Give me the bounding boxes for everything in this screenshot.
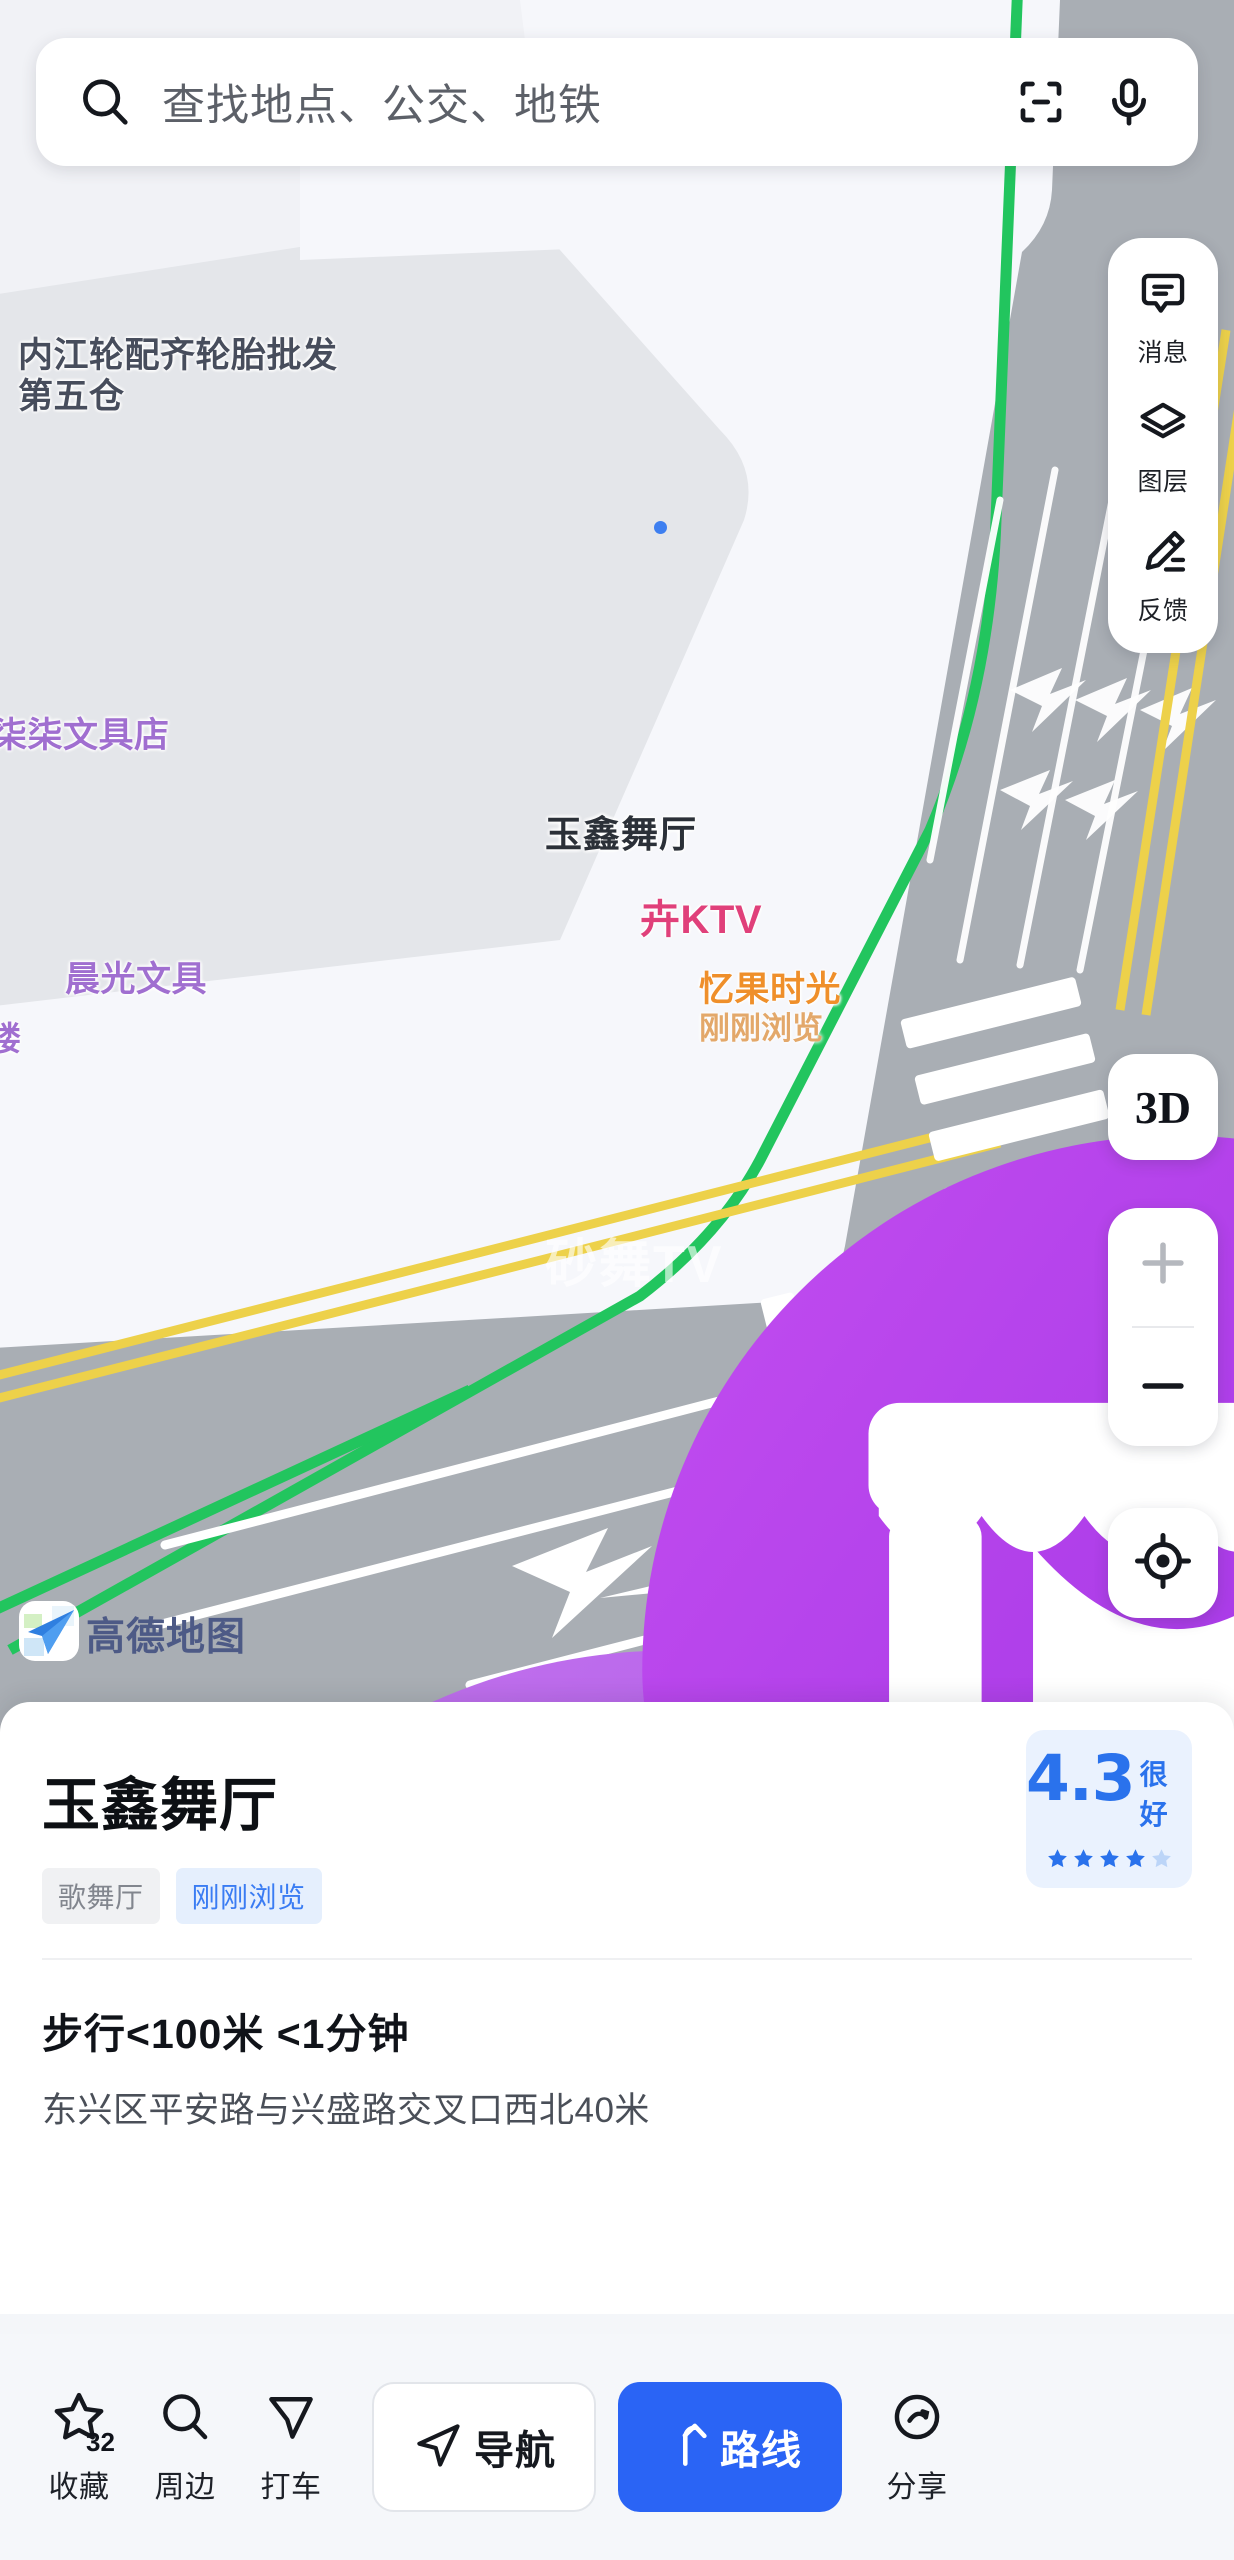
search-icon <box>157 2389 213 2450</box>
zoom-in-button[interactable] <box>1134 1234 1192 1297</box>
amap-screen: 砂舞TV 内江轮配齐轮胎批发第五仓 柒柒文具店 晨光文具 楼 卉KTV 忆果时光… <box>0 0 1234 2560</box>
amap-logo-icon <box>18 1600 80 1667</box>
share-icon <box>889 2389 945 2450</box>
address-text: 东兴区平安路与兴盛路交叉口西北40米 <box>42 2091 650 2130</box>
zoom-out-button[interactable] <box>1134 1357 1192 1420</box>
action-label: 分享 <box>886 2470 948 2504</box>
search-icon <box>78 75 132 129</box>
layers-icon <box>1137 398 1189 455</box>
action-label: 收藏 <box>48 2470 110 2504</box>
search-bar[interactable]: 查找地点、公交、地铁 <box>36 38 1198 166</box>
rail-item-label: 图层 <box>1137 468 1189 496</box>
poi-label-text: 柒柒文具店 <box>0 716 170 755</box>
star-icon-filled <box>1099 1848 1119 1867</box>
poi-header: 玉鑫舞厅 歌舞厅 刚刚浏览 4.3 很好 <box>0 1702 1234 1924</box>
rating-stars <box>1046 1847 1173 1870</box>
poi-detail-sheet: 玉鑫舞厅 歌舞厅 刚刚浏览 4.3 很好 步行<100米 <1分钟 东兴区平安路… <box>0 1702 1234 2560</box>
poi-label-qiqi[interactable]: 柒柒文具店 <box>0 716 170 757</box>
taxi-cursor-icon <box>263 2389 319 2450</box>
rail-item-feedback[interactable]: 反馈 <box>1137 518 1189 633</box>
zoom-control <box>1108 1208 1218 1446</box>
feedback-pencil-icon <box>1137 527 1189 584</box>
navigation-arrow-icon <box>412 2419 464 2476</box>
action-label: 打车 <box>260 2470 322 2504</box>
search-input[interactable]: 查找地点、公交、地铁 <box>162 71 1014 133</box>
rail-item-messages[interactable]: 消息 <box>1137 260 1189 375</box>
favorite-count-badge: 32 <box>86 2426 115 2457</box>
walk-distance-text: 步行<100米 <1分钟 <box>42 2011 410 2057</box>
route-label: 路线 <box>720 2429 802 2473</box>
scan-icon[interactable] <box>1014 75 1068 129</box>
action-share[interactable]: 分享 <box>864 2389 970 2506</box>
toggle-3d-button[interactable]: 3D <box>1108 1054 1218 1160</box>
action-bar: 32 收藏 周边 打车 导航 路线 分享 <box>0 2334 1234 2560</box>
rail-item-layers[interactable]: 图层 <box>1137 389 1189 504</box>
amap-watermark: 高德地图 <box>18 1600 246 1667</box>
poi-label-chenguang[interactable]: 晨光文具 <box>56 958 1234 2560</box>
poi-label-text: 内江轮配齐轮胎批发第五仓 <box>18 336 338 416</box>
action-favorite[interactable]: 32 收藏 <box>26 2389 132 2506</box>
poi-label-lou[interactable]: 楼 <box>0 1020 22 1058</box>
poi-tag-recent[interactable]: 刚刚浏览 <box>175 1868 322 1924</box>
microphone-icon[interactable] <box>1102 75 1156 129</box>
rail-item-label: 消息 <box>1137 339 1189 367</box>
action-taxi[interactable]: 打车 <box>238 2389 344 2506</box>
amap-watermark-text: 高德地图 <box>86 1615 247 1659</box>
rail-item-label: 反馈 <box>1137 597 1189 625</box>
rating-badge[interactable]: 4.3 很好 <box>1026 1730 1192 1888</box>
route-arrow-icon <box>658 2419 710 2476</box>
rating-score: 4.3 <box>1026 1741 1136 1815</box>
page-title: 玉鑫舞厅 <box>42 1773 279 1838</box>
navigate-button[interactable]: 导航 <box>372 2382 596 2512</box>
map-tools-rail: 消息 图层 反馈 <box>1108 238 1218 653</box>
rating-word: 很好 <box>1139 1758 1168 1830</box>
poi-label-lunpei[interactable]: 内江轮配齐轮胎批发第五仓 <box>18 336 348 417</box>
selected-poi-pin-label: 玉鑫舞厅 <box>545 814 697 855</box>
route-button[interactable]: 路线 <box>618 2382 842 2512</box>
rating-score-row: 4.3 很好 <box>1026 1741 1192 1833</box>
star-icon-filled <box>1073 1848 1093 1867</box>
message-icon <box>1137 269 1189 326</box>
action-label: 周边 <box>154 2470 216 2504</box>
star-icon-empty <box>1151 1848 1171 1867</box>
poi-label-text: 楼 <box>0 1020 22 1057</box>
locate-icon <box>1133 1531 1193 1596</box>
distance-section: 步行<100米 <1分钟 东兴区平安路与兴盛路交叉口西北40米 <box>0 1960 1234 2133</box>
star-icon-filled <box>1125 1848 1145 1867</box>
poi-tag-category[interactable]: 歌舞厅 <box>42 1868 160 1924</box>
map-mini-dot <box>654 521 667 534</box>
locate-button[interactable] <box>1108 1508 1218 1618</box>
poi-tags: 歌舞厅 刚刚浏览 <box>42 1868 1192 1924</box>
navigate-label: 导航 <box>474 2429 556 2473</box>
star-icon-filled <box>1047 1848 1067 1867</box>
zoom-divider <box>1132 1326 1194 1328</box>
action-nearby[interactable]: 周边 <box>132 2389 238 2506</box>
